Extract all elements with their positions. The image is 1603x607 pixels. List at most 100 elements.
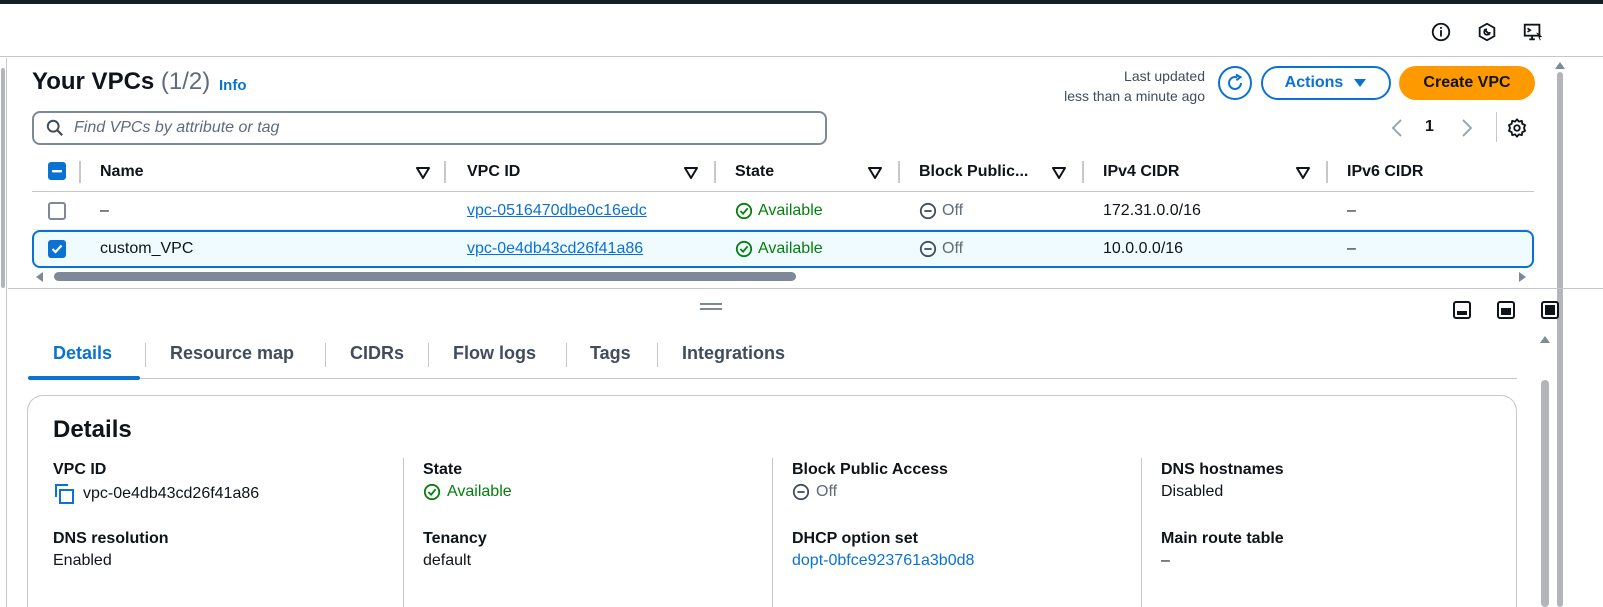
details-card-title: Details [53, 416, 132, 443]
next-page-button[interactable] [1457, 116, 1477, 140]
status-available-icon [735, 202, 753, 220]
sort-icon[interactable] [416, 166, 430, 180]
details-card: Details VPC ID vpc-0e4db43cd26f41a86 Sta… [27, 395, 1517, 607]
panel-scrollbar-thumb[interactable] [1541, 380, 1549, 607]
field-label: Main route table [1161, 530, 1284, 547]
field-dns-resolution: DNS resolution Enabled [53, 530, 169, 570]
field-main-route-table: Main route table – [1161, 530, 1284, 570]
field-label: DNS hostnames [1161, 461, 1284, 478]
field-value: Off [816, 483, 838, 500]
column-header-state[interactable]: State [735, 163, 774, 181]
left-scrollbar[interactable] [0, 58, 7, 607]
tab-tags[interactable]: Tags [590, 343, 631, 364]
tab-details[interactable]: Details [53, 343, 112, 364]
panel-scrollbar[interactable] [1538, 330, 1552, 607]
notifications-icon[interactable] [1474, 19, 1500, 45]
info-icon[interactable] [1428, 19, 1454, 45]
table-row[interactable]: – vpc-0516470dbe0c16edc Available Off 17… [32, 192, 1534, 230]
field-value: vpc-0e4db43cd26f41a86 [83, 485, 260, 502]
column-header-ipv4-cidr[interactable]: IPv4 CIDR [1103, 163, 1179, 181]
panel-scroll-up-arrow[interactable] [1540, 336, 1550, 343]
create-vpc-button[interactable]: Create VPC [1399, 66, 1535, 100]
row-name: custom_VPC [100, 240, 194, 257]
status-off-icon [919, 202, 937, 220]
field-dhcp-option-set: DHCP option set dopt-0bfce923761a3b0d8 [792, 530, 974, 570]
row-ipv4-cidr: 10.0.0.0/16 [1103, 240, 1184, 257]
info-link[interactable]: Info [219, 77, 247, 94]
panel-full-icon[interactable] [1540, 300, 1560, 320]
last-updated-label: Last updated [1124, 68, 1205, 84]
row-checkbox[interactable] [48, 202, 66, 220]
active-tab-indicator [28, 376, 140, 380]
caret-down-icon [1354, 79, 1367, 87]
sort-icon[interactable] [1296, 166, 1310, 180]
status-off-icon [792, 483, 810, 501]
column-header-name[interactable]: Name [100, 163, 144, 181]
search-icon [46, 119, 63, 136]
row-block-public-text: Off [942, 240, 964, 257]
scroll-left-arrow[interactable] [36, 272, 43, 282]
table-settings-button[interactable] [1505, 116, 1529, 140]
status-available-icon [735, 240, 753, 258]
status-off-icon [919, 240, 937, 258]
actions-button[interactable]: Actions [1261, 66, 1391, 100]
cloudshell-icon[interactable] [1520, 19, 1546, 45]
split-panel-drag-handle[interactable] [700, 303, 722, 311]
tab-resource-map[interactable]: Resource map [170, 343, 294, 364]
refresh-button[interactable] [1218, 66, 1252, 100]
last-updated: Last updated less than a minute ago [1064, 66, 1205, 106]
sort-icon[interactable] [868, 166, 882, 180]
tab-cidrs[interactable]: CIDRs [350, 343, 404, 364]
row-vpc-id-link[interactable]: vpc-0e4db43cd26f41a86 [467, 240, 643, 258]
page-scrollbar-thumb[interactable] [1557, 72, 1563, 607]
field-value: default [423, 552, 472, 569]
select-all-checkbox[interactable] [48, 162, 66, 180]
pagination-divider [1496, 112, 1497, 142]
page-number[interactable]: 1 [1425, 118, 1434, 136]
sort-icon[interactable] [1052, 166, 1066, 180]
last-updated-value: less than a minute ago [1064, 88, 1205, 104]
field-label: DHCP option set [792, 530, 918, 547]
table-row-selected[interactable]: custom_VPC vpc-0e4db43cd26f41a86 Availab… [32, 230, 1534, 268]
column-header-ipv6-cidr[interactable]: IPv6 CIDR [1347, 163, 1423, 181]
previous-page-button[interactable] [1387, 116, 1407, 140]
actions-button-label: Actions [1284, 74, 1344, 91]
field-tenancy: Tenancy default [423, 530, 487, 570]
row-vpc-id-link[interactable]: vpc-0516470dbe0c16edc [467, 202, 647, 220]
copy-icon[interactable] [53, 483, 77, 505]
dhcp-option-set-link[interactable]: dopt-0bfce923761a3b0d8 [792, 552, 974, 570]
row-block-public-text: Off [942, 202, 964, 219]
refresh-icon [1228, 73, 1243, 90]
row-ipv6-cidr: – [1347, 202, 1356, 219]
search-field[interactable] [32, 111, 827, 145]
column-header-block-public[interactable]: Block Public... [919, 163, 1028, 181]
search-input[interactable] [74, 119, 794, 137]
panel-bottom-icon[interactable] [1452, 300, 1472, 320]
panel-side-icon[interactable] [1496, 300, 1516, 320]
row-block-public: Off [919, 240, 963, 258]
page-title: Your VPCs (1/2) [32, 68, 210, 96]
tab-flow-logs[interactable]: Flow logs [453, 343, 536, 364]
field-value: Available [447, 483, 512, 500]
row-block-public: Off [919, 202, 963, 220]
page-scroll-up-arrow[interactable] [1555, 62, 1565, 69]
tab-integrations[interactable]: Integrations [682, 343, 785, 364]
field-vpc-id: VPC ID vpc-0e4db43cd26f41a86 [53, 461, 259, 505]
field-label: VPC ID [53, 461, 107, 478]
vpc-table: Name VPC ID State Block Public... IPv4 C… [32, 156, 1534, 268]
chevron-left-icon [1391, 119, 1402, 137]
page-title-text: Your VPCs [32, 68, 155, 95]
scroll-right-arrow[interactable] [1519, 272, 1526, 282]
row-state: Available [735, 240, 823, 258]
gear-icon [1508, 118, 1526, 138]
row-checkbox-checked[interactable] [48, 240, 66, 258]
table-horizontal-scrollbar[interactable] [36, 271, 1526, 282]
field-value: – [1161, 552, 1170, 569]
column-header-vpc-id[interactable]: VPC ID [467, 163, 520, 181]
row-state-text: Available [758, 240, 823, 257]
field-label: Block Public Access [792, 461, 948, 478]
chevron-right-icon [1462, 119, 1473, 137]
field-block-public-access: Block Public Access Off [792, 461, 948, 501]
scrollbar-thumb[interactable] [54, 272, 796, 281]
sort-icon[interactable] [684, 166, 698, 180]
